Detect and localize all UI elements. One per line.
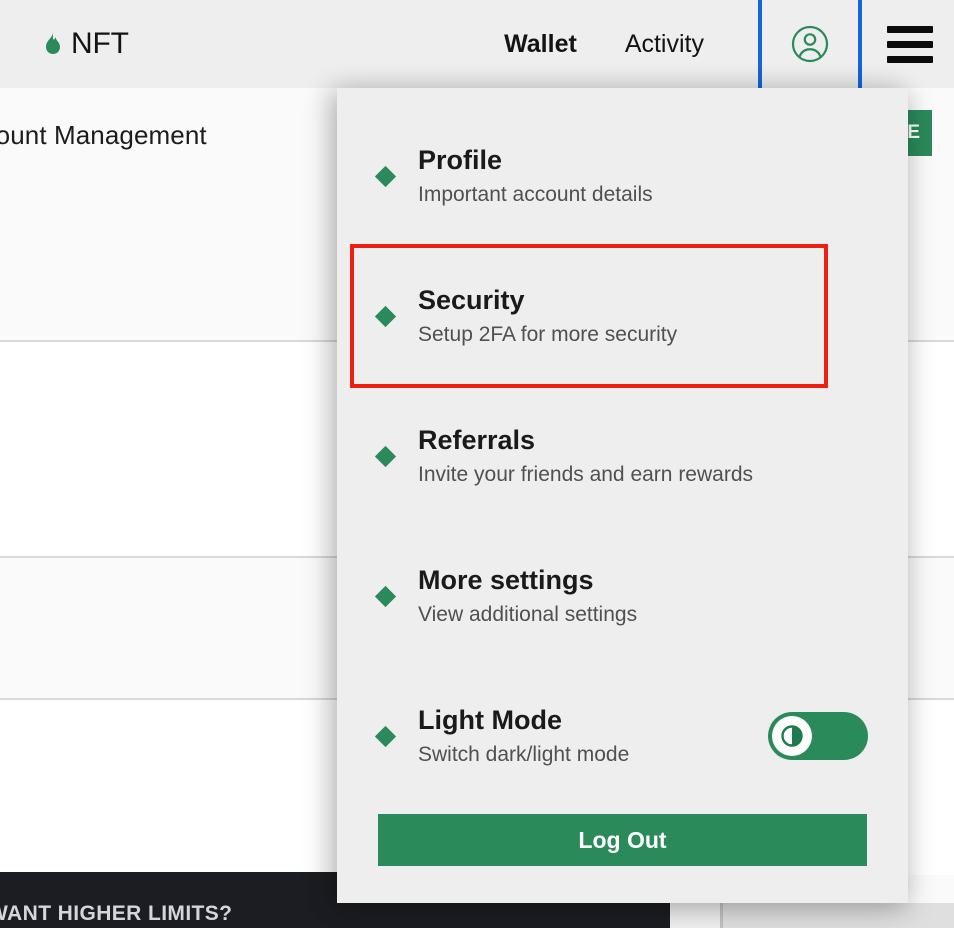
nav-link-activity[interactable]: Activity [625, 30, 704, 59]
menu-item-light-mode[interactable]: Light Mode Switch dark/light mode [337, 666, 908, 806]
diamond-bullet-icon [374, 725, 397, 747]
menu-item-title: Light Mode [418, 705, 562, 736]
diamond-bullet-icon [374, 165, 397, 187]
flame-icon [46, 32, 60, 54]
menu-item-title: More settings [418, 565, 594, 596]
menu-item-subtitle: Switch dark/light mode [418, 742, 630, 766]
menu-item-subtitle: Invite your friends and earn rewards [418, 462, 754, 486]
menu-item-text: Profile Important account details [418, 146, 653, 205]
menu-item-security[interactable]: Security Setup 2FA for more security [350, 244, 828, 388]
diamond-bullet-icon [374, 305, 397, 327]
app-root: Account Management E WANT HIGHER LIMITS?… [0, 0, 954, 928]
account-dropdown-panel: Profile Important account details Securi… [337, 88, 908, 903]
top-navigation-bar: NFT Wallet Activity [0, 0, 954, 88]
menu-item-text: Referrals Invite your friends and earn r… [418, 426, 753, 485]
hamburger-bar [887, 55, 933, 63]
avatar-button[interactable] [758, 0, 862, 88]
brand-name: NFT [71, 27, 129, 60]
menu-item-subtitle: View additional settings [418, 602, 638, 626]
promo-banner-text: WANT HIGHER LIMITS? [0, 902, 233, 925]
contrast-icon [781, 725, 803, 747]
light-mode-toggle[interactable] [768, 712, 868, 760]
menu-item-subtitle: Important account details [418, 182, 653, 206]
menu-item-referrals[interactable]: Referrals Invite your friends and earn r… [337, 386, 908, 526]
menu-item-text: Security Setup 2FA for more security [418, 286, 677, 345]
menu-item-title: Profile [418, 145, 503, 176]
user-circle-icon [791, 25, 829, 63]
menu-item-text: Light Mode Switch dark/light mode [418, 706, 629, 765]
page-title: Account Management [0, 120, 207, 150]
menu-item-title: Referrals [418, 425, 536, 456]
nav-links: Wallet Activity [504, 30, 704, 59]
side-card [720, 903, 954, 928]
hamburger-bar [887, 40, 933, 48]
brand-logo[interactable]: NFT [44, 27, 129, 61]
toggle-knob [772, 716, 812, 756]
diamond-bullet-icon [374, 585, 397, 607]
nav-link-wallet[interactable]: Wallet [504, 30, 577, 59]
menu-item-subtitle: Setup 2FA for more security [418, 322, 678, 346]
dropdown-menu-list: Profile Important account details Securi… [337, 88, 908, 806]
menu-item-profile[interactable]: Profile Important account details [337, 106, 908, 246]
menu-item-more-settings[interactable]: More settings View additional settings [337, 526, 908, 666]
hamburger-bar [887, 25, 933, 33]
logout-button-wrapper: Log Out [337, 814, 908, 866]
diamond-bullet-icon [374, 445, 397, 467]
hamburger-menu-button[interactable] [866, 0, 954, 88]
side-card-edge [670, 903, 720, 928]
logout-button[interactable]: Log Out [378, 814, 867, 866]
menu-item-title: Security [418, 285, 525, 316]
menu-item-text: More settings View additional settings [418, 566, 637, 625]
